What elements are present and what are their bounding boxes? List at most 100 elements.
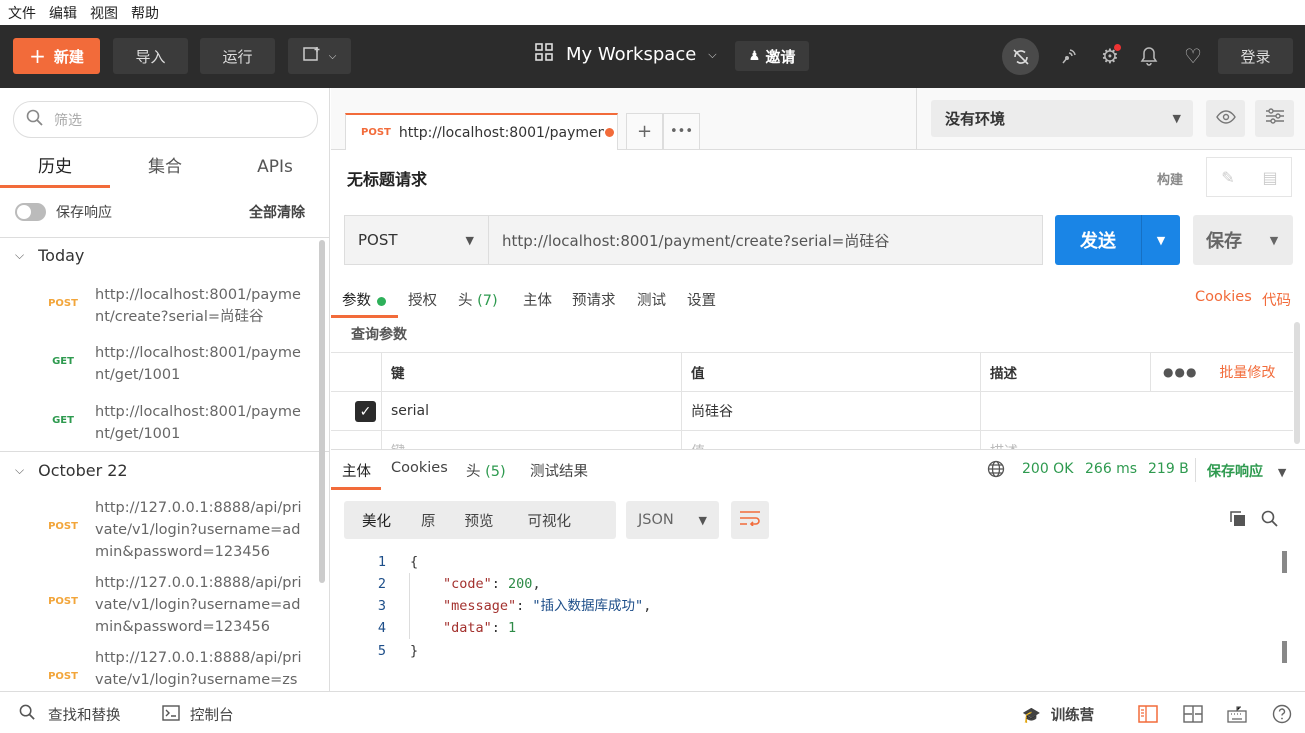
tab-pre-request-script[interactable]: 预请求: [572, 289, 616, 310]
login-button[interactable]: 登录: [1218, 38, 1293, 74]
save-button[interactable]: 保存 ▼: [1193, 215, 1293, 265]
search-icon[interactable]: [1258, 507, 1282, 531]
help-icon[interactable]: [1271, 703, 1293, 725]
save-response-button[interactable]: 保存响应 ▼: [1207, 461, 1286, 481]
code-scrollbar-bottom[interactable]: [1282, 641, 1287, 663]
caret-down-icon[interactable]: ▼: [1141, 215, 1180, 265]
sidebar-search[interactable]: 筛选: [13, 101, 318, 138]
history-group-today[interactable]: ⌵ Today: [15, 246, 84, 265]
sync-off-icon[interactable]: [1002, 38, 1039, 75]
history-group-october-22[interactable]: ⌵ October 22: [15, 461, 128, 480]
workspace-switcher[interactable]: My Workspace ⌵: [535, 43, 717, 66]
new-button[interactable]: + 新建: [13, 38, 100, 74]
environment-quick-look-button[interactable]: [1206, 100, 1245, 137]
history-item[interactable]: POST http://127.0.0.1:8888/api/private/v…: [0, 647, 315, 691]
new-button-label: 新建: [53, 47, 84, 66]
find-replace-button[interactable]: 查找和替换: [19, 704, 121, 725]
cookies-link[interactable]: Cookies: [1195, 289, 1252, 305]
menu-view[interactable]: 视图: [90, 3, 118, 23]
param-description[interactable]: [980, 392, 1293, 430]
sliders-icon: [1265, 107, 1285, 130]
save-responses-toggle[interactable]: [15, 203, 46, 221]
response-body-code[interactable]: 1 { 2 "code": 200, 3 "message": "插入数据库成功…: [331, 551, 1276, 681]
history-item[interactable]: GET http://localhost:8001/payment/get/10…: [0, 401, 315, 451]
search-input[interactable]: 筛选: [54, 110, 82, 130]
comment-icon[interactable]: ▤: [1249, 158, 1291, 196]
more-horizontal-icon[interactable]: ●●●: [1163, 365, 1197, 379]
bell-icon[interactable]: [1136, 43, 1162, 69]
two-pane-view-icon[interactable]: [1137, 703, 1159, 725]
tab-body[interactable]: 主体: [523, 289, 552, 310]
tab-settings[interactable]: 设置: [687, 289, 716, 310]
capture-requests-icon[interactable]: [1056, 43, 1082, 69]
response-size[interactable]: 219 B: [1148, 461, 1189, 477]
copy-icon[interactable]: [1226, 507, 1250, 531]
response-tab-test-results[interactable]: 测试结果: [530, 460, 588, 481]
runner-button[interactable]: 运行: [200, 38, 275, 74]
tab-params[interactable]: 参数: [342, 289, 386, 310]
method-select[interactable]: POST ▼: [345, 216, 489, 264]
manage-environments-button[interactable]: [1255, 100, 1294, 137]
history-url: http://127.0.0.1:8888/api/private/v1/log…: [95, 500, 302, 560]
menu-file[interactable]: 文件: [8, 3, 36, 23]
tab-collections[interactable]: 集合: [110, 150, 220, 188]
param-value[interactable]: 尚硅谷: [681, 392, 980, 430]
code-link[interactable]: 代码: [1262, 289, 1291, 310]
code-line: 3 "message": "插入数据库成功",: [331, 595, 1231, 617]
tab-apis[interactable]: APIs: [220, 150, 329, 188]
format-select[interactable]: JSON ▼: [626, 501, 719, 539]
new-window-button[interactable]: ⌵: [288, 38, 351, 74]
send-button-label: 发送: [1080, 231, 1116, 252]
code-scrollbar-top[interactable]: [1282, 551, 1287, 573]
url-input[interactable]: http://localhost:8001/payment/create?ser…: [489, 216, 1042, 264]
history-item[interactable]: POST http://localhost:8001/payment/creat…: [0, 284, 315, 334]
import-button[interactable]: 导入: [113, 38, 188, 74]
tab-options-button[interactable]: •••: [663, 113, 700, 150]
param-description-placeholder[interactable]: 描述: [980, 431, 1293, 450]
history-item[interactable]: POST http://127.0.0.1:8888/api/private/v…: [0, 572, 315, 642]
invite-button[interactable]: ♟ 邀请: [735, 41, 809, 71]
settings-gear-icon[interactable]: ⚙: [1097, 43, 1123, 69]
menu-edit[interactable]: 编辑: [49, 3, 77, 23]
heart-icon[interactable]: ♡: [1180, 43, 1206, 69]
bootcamp-button[interactable]: 🎓 训练营: [1022, 704, 1094, 725]
view-mode-pretty[interactable]: 美化: [362, 510, 391, 531]
globe-icon[interactable]: [987, 460, 1005, 482]
history-item[interactable]: GET http://localhost:8001/payment/get/10…: [0, 342, 315, 392]
view-mode-visualize[interactable]: 可视化: [528, 510, 572, 531]
request-tab[interactable]: POST http://localhost:8001/payment...: [345, 113, 618, 150]
response-tab-headers[interactable]: 头 (5): [466, 460, 506, 481]
param-enabled-checkbox[interactable]: ✓: [355, 401, 376, 422]
response-tab-body[interactable]: 主体: [342, 460, 371, 481]
layout-columns-icon[interactable]: [1182, 703, 1204, 725]
history-item[interactable]: POST http://127.0.0.1:8888/api/private/v…: [0, 497, 315, 567]
tab-headers[interactable]: 头 (7): [458, 289, 498, 310]
new-tab-button[interactable]: +: [626, 113, 663, 150]
request-config-tabs: 参数 授权 头 (7) 主体 预请求 测试 设置 Cookies 代码: [331, 282, 1305, 318]
menu-help[interactable]: 帮助: [131, 3, 159, 23]
clear-all-button[interactable]: 全部清除: [249, 202, 305, 222]
send-button[interactable]: 发送 ▼: [1055, 215, 1180, 265]
environment-select[interactable]: 没有环境 ▼: [931, 100, 1193, 137]
view-mode-preview[interactable]: 预览: [465, 510, 494, 531]
bulk-edit-link[interactable]: 批量修改: [1219, 362, 1275, 382]
console-button[interactable]: 控制台: [162, 704, 234, 725]
request-title[interactable]: 无标题请求: [347, 166, 427, 190]
tab-params-label: 参数: [342, 293, 371, 309]
pencil-icon[interactable]: ✎: [1207, 158, 1249, 196]
response-status[interactable]: 200 OK: [1022, 461, 1073, 477]
tab-tests[interactable]: 测试: [637, 289, 666, 310]
response-tab-cookies[interactable]: Cookies: [391, 460, 448, 476]
wrap-lines-button[interactable]: [731, 501, 769, 539]
params-scrollbar[interactable]: [1294, 322, 1300, 444]
response-time[interactable]: 266 ms: [1085, 461, 1137, 477]
param-key[interactable]: serial: [381, 392, 681, 430]
keyboard-shortcuts-icon[interactable]: [1226, 703, 1248, 725]
param-key-placeholder[interactable]: 键: [381, 431, 681, 450]
tab-authorization[interactable]: 授权: [408, 289, 437, 310]
view-mode-raw[interactable]: 原: [421, 510, 436, 531]
param-value-placeholder[interactable]: 值: [681, 431, 980, 450]
caret-down-icon[interactable]: ▼: [1255, 215, 1293, 265]
tab-history[interactable]: 历史: [0, 150, 110, 188]
sidebar-scrollbar[interactable]: [319, 240, 325, 583]
